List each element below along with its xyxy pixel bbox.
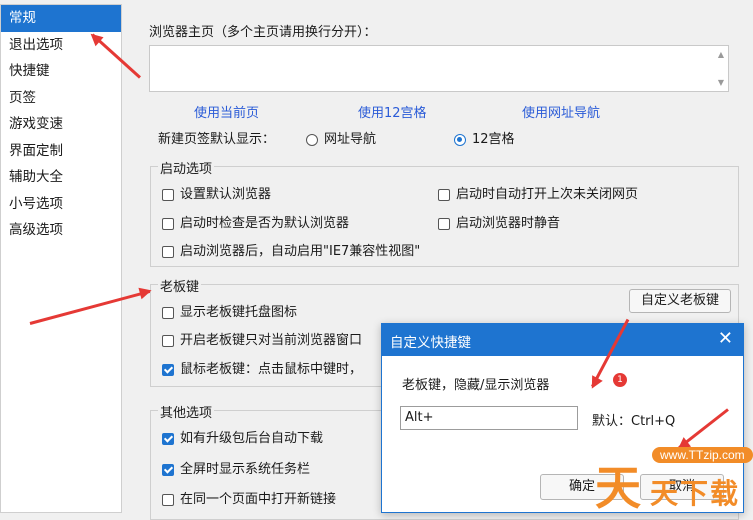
sidebar-item-general[interactable]: 常规 bbox=[1, 5, 121, 32]
checkbox-checked-icon[interactable] bbox=[162, 432, 174, 445]
startup-option-check-default[interactable]: 启动时检查是否为默认浏览器 bbox=[162, 212, 349, 231]
checkbox-checked-icon[interactable] bbox=[162, 363, 174, 376]
sidebar-item-shortcuts[interactable]: 快捷键 bbox=[1, 58, 121, 85]
watermark-subtext: 天下载 bbox=[650, 477, 741, 510]
settings-sidebar: 常规 退出选项 快捷键 页签 游戏变速 界面定制 辅助大全 小号选项 高级选项 bbox=[0, 4, 122, 513]
boss-key-title: 老板键 bbox=[158, 276, 202, 295]
checkbox-icon[interactable] bbox=[162, 188, 174, 201]
radio-selected-icon[interactable] bbox=[454, 133, 466, 146]
default-shortcut-text: 默认：Ctrl+Q bbox=[592, 414, 676, 429]
sidebar-item-alt-accounts[interactable]: 小号选项 bbox=[1, 191, 121, 218]
dialog-prompt: 老板键，隐藏/显示浏览器 bbox=[402, 378, 550, 393]
sidebar-item-game-speed[interactable]: 游戏变速 bbox=[1, 111, 121, 138]
boss-key-tray-icon-option[interactable]: 显示老板键托盘图标 bbox=[162, 301, 297, 320]
custom-boss-key-button[interactable]: 自定义老板键 bbox=[629, 289, 731, 313]
watermark-logo: 天 bbox=[595, 461, 641, 515]
startup-option-restore-tabs[interactable]: 启动时自动打开上次未关闭网页 bbox=[438, 183, 638, 202]
use-url-nav-link[interactable]: 使用网址导航 bbox=[522, 102, 600, 121]
startup-option-mute[interactable]: 启动浏览器时静音 bbox=[438, 212, 560, 231]
boss-key-mouse-option[interactable]: 鼠标老板键：点击鼠标中键时， bbox=[162, 358, 362, 377]
newtab-label: 新建页签默认显示： bbox=[158, 132, 276, 147]
checkbox-icon[interactable] bbox=[162, 334, 174, 347]
dialog-title: 自定义快捷键 bbox=[390, 335, 471, 351]
watermark-url: www.TTzip.com bbox=[652, 447, 753, 463]
checkbox-icon[interactable] bbox=[162, 245, 174, 258]
annotation-badge: 1 bbox=[613, 373, 627, 387]
close-icon[interactable]: ✕ bbox=[718, 328, 733, 349]
sidebar-item-ui-custom[interactable]: 界面定制 bbox=[1, 138, 121, 165]
homepage-label: 浏览器主页（多个主页请用换行分开）： bbox=[149, 25, 377, 40]
checkbox-icon[interactable] bbox=[162, 306, 174, 319]
radio-icon[interactable] bbox=[306, 133, 318, 146]
use-current-page-link[interactable]: 使用当前页 bbox=[194, 102, 259, 121]
startup-options-title: 启动选项 bbox=[158, 158, 215, 177]
checkbox-checked-icon[interactable] bbox=[162, 463, 174, 476]
checkbox-icon[interactable] bbox=[438, 217, 450, 230]
scroll-up-icon[interactable]: ▲ bbox=[718, 50, 724, 59]
checkbox-icon[interactable] bbox=[162, 493, 174, 506]
checkbox-icon[interactable] bbox=[162, 217, 174, 230]
checkbox-icon[interactable] bbox=[438, 188, 450, 201]
sidebar-item-advanced[interactable]: 高级选项 bbox=[1, 217, 121, 244]
other-option-same-page-links[interactable]: 在同一个页面中打开新链接 bbox=[162, 488, 336, 507]
scroll-down-icon[interactable]: ▼ bbox=[718, 78, 724, 87]
other-option-fullscreen-taskbar[interactable]: 全屏时显示系统任务栏 bbox=[162, 458, 310, 477]
newtab-option-url-nav[interactable]: 网址导航 bbox=[306, 128, 376, 147]
sidebar-item-helpers[interactable]: 辅助大全 bbox=[1, 164, 121, 191]
homepage-textarea[interactable]: ▲ ▼ bbox=[149, 45, 729, 92]
shortcut-input[interactable]: Alt+ bbox=[400, 406, 578, 430]
newtab-option-12-grid[interactable]: 12宫格 bbox=[454, 128, 515, 147]
dialog-title-bar: 自定义快捷键 ✕ bbox=[382, 324, 743, 356]
other-options-title: 其他选项 bbox=[158, 402, 215, 421]
sidebar-item-tabs[interactable]: 页签 bbox=[1, 85, 121, 112]
use-12-grid-link[interactable]: 使用12宫格 bbox=[358, 102, 427, 121]
boss-key-current-window-option[interactable]: 开启老板键只对当前浏览器窗口 bbox=[162, 329, 362, 348]
startup-option-set-default[interactable]: 设置默认浏览器 bbox=[162, 183, 271, 202]
startup-option-ie7-compat[interactable]: 启动浏览器后，自动启用"IE7兼容性视图" bbox=[162, 240, 420, 259]
other-option-auto-download[interactable]: 如有升级包后台自动下载 bbox=[162, 427, 323, 446]
